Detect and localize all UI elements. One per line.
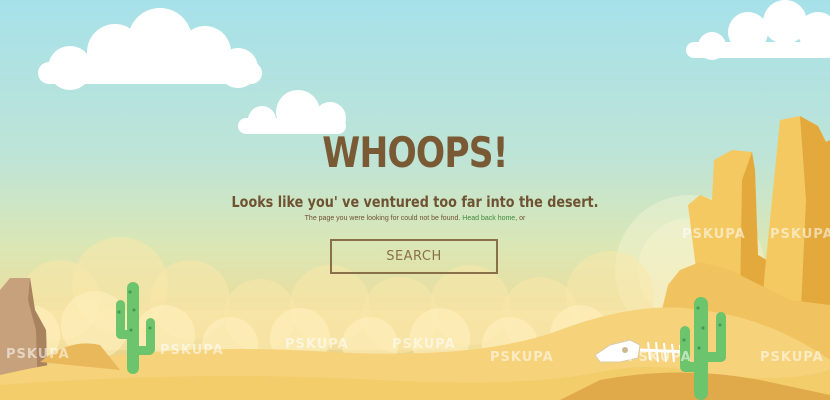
head-back-home-link[interactable]: Head back home	[462, 215, 515, 222]
desert-404-scene: PSKUPA PSKUPA PSKUPA PSKUPA PSKUPA PSKUP…	[0, 0, 830, 400]
error-content: WHOOPS! Looks like you' ve ventured too …	[0, 0, 830, 400]
note-text: The page you were looking for could not …	[304, 215, 461, 222]
search-button[interactable]: SEARCH	[330, 239, 498, 274]
page-title: WHOOPS!	[322, 128, 508, 177]
search-button-label: SEARCH	[386, 249, 442, 264]
note-suffix: , or	[515, 215, 526, 222]
not-found-note: The page you were looking for could not …	[0, 215, 830, 222]
page-subtitle: Looks like you' ve ventured too far into…	[231, 193, 599, 211]
